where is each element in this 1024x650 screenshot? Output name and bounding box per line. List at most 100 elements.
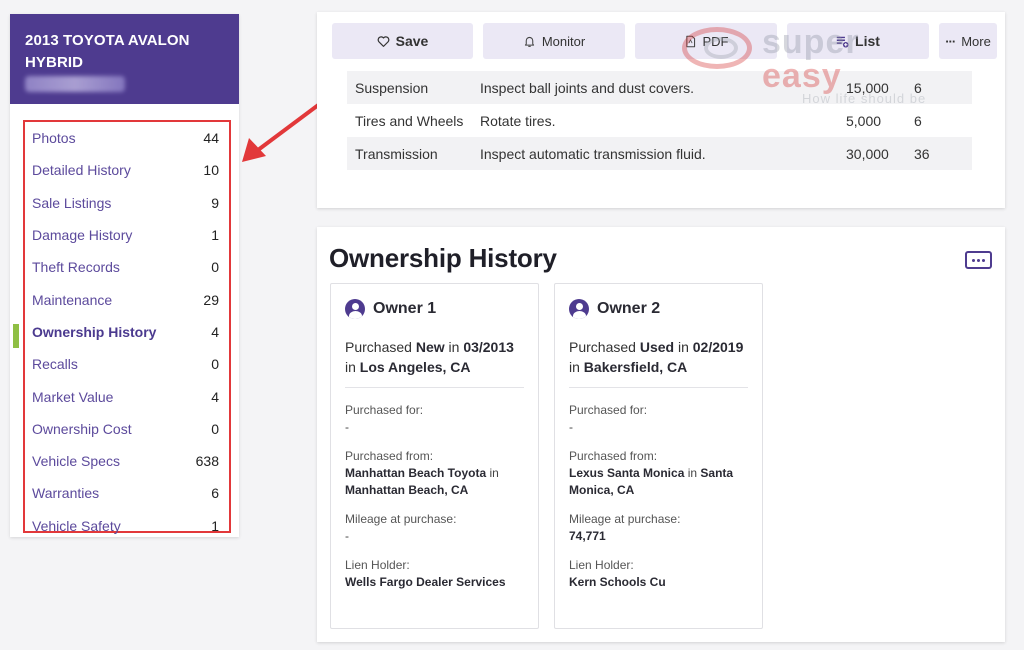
table-cell-months: 6 [906,71,972,104]
section-title: Ownership History [329,243,557,273]
sidebar-item-vehicle-specs[interactable]: Vehicle Specs 638 [25,445,229,477]
owner-card: Owner 1 Purchased New in 03/2013 in Los … [330,283,539,629]
dot-icon [972,258,975,262]
sidebar-item-count: 638 [195,453,219,470]
user-avatar-icon [345,299,365,319]
toolbar: Save Monitor PDF List ··· More [332,23,997,59]
sidebar-item-label: Warranties [32,485,100,502]
section-menu-button[interactable] [965,251,992,269]
purchase-summary: Purchased Used in 02/2019 in Bakersfield… [569,337,748,388]
sidebar-item-count: 29 [203,291,219,308]
pdf-button[interactable]: PDF [635,23,777,59]
more-label: More [961,33,991,49]
sidebar-item-label: Recalls [32,356,78,373]
sidebar-item-label: Photos [32,130,76,147]
table-cell-months: 6 [914,112,922,129]
active-indicator [13,323,19,348]
pdf-label: PDF [702,33,729,49]
table-row: Transmission Inspect automatic transmiss… [347,137,972,170]
sidebar-item-photos[interactable]: Photos 44 [25,122,229,154]
mileage-field: Mileage at purchase: - [345,512,457,543]
purchase-summary: Purchased New in 03/2013 in Los Angeles,… [345,337,524,388]
sidebar-item-ownership-cost[interactable]: Ownership Cost 0 [25,413,229,445]
sidebar-item-count: 1 [211,227,219,244]
table-cell-miles: 15,000 [838,71,906,104]
owner-card: Owner 2 Purchased Used in 02/2019 in Bak… [554,283,763,629]
sidebar-item-ownership-history[interactable]: Ownership History 4 [13,316,229,348]
table-cell-miles: 5,000 [846,112,882,129]
sidebar-item-count: 10 [203,162,219,179]
sidebar-item-label: Vehicle Specs [32,453,120,470]
table-row: Suspension Inspect ball joints and dust … [347,71,972,104]
sidebar-item-count: 4 [211,388,219,405]
purchased-from-field: Purchased from: Lexus Santa Monica in Sa… [569,449,734,497]
sidebar-item-label: Ownership History [32,323,157,340]
maintenance-card: Save Monitor PDF List ··· More Suspensio… [317,12,1005,208]
table-cell-miles: 30,000 [838,137,906,170]
table-cell-months: 36 [906,137,972,170]
owner-name: Owner 2 [597,300,661,317]
sidebar-nav: Photos 44 Detailed History 10 Sale Listi… [13,120,231,534]
sidebar-item-recalls[interactable]: Recalls 0 [25,348,229,380]
sidebar-item-label: Theft Records [32,259,120,276]
lien-holder-field: Lien Holder: Kern Schools Cu [569,558,666,589]
purchased-for-field: Purchased for: - [569,403,648,434]
vehicle-title: 2013 TOYOTA AVALON HYBRID [25,32,190,71]
table-cell-task: Inspect automatic transmission fluid. [472,137,838,170]
sidebar-item-vehicle-safety[interactable]: Vehicle Safety 1 [25,510,229,542]
table-cell-system: Transmission [347,137,472,170]
list-label: List [855,33,880,49]
ownership-card: Ownership History Owner 1 Purchased New … [317,227,1005,642]
sidebar-item-theft-records[interactable]: Theft Records 0 [25,251,229,283]
bell-icon [524,36,534,47]
mileage-field: Mileage at purchase: 74,771 [569,512,681,543]
user-avatar-icon [569,299,589,319]
sidebar-item-label: Ownership Cost [32,420,132,437]
dot-icon [977,258,980,262]
maintenance-table: Suspension Inspect ball joints and dust … [347,71,972,170]
vehicle-header: 2013 TOYOTA AVALON HYBRID [10,14,239,104]
sidebar-item-label: Sale Listings [32,194,112,211]
monitor-label: Monitor [541,33,586,49]
sidebar-item-count: 44 [203,130,219,147]
table-cell-system: Tires and Wheels [355,112,464,129]
lien-holder-field: Lien Holder: Wells Fargo Dealer Services [345,558,506,589]
sidebar-item-maintenance[interactable]: Maintenance 29 [25,283,229,315]
list-button[interactable]: List [787,23,929,59]
sidebar-item-label: Detailed History [32,162,131,179]
sidebar-item-count: 6 [211,485,219,502]
table-cell-task: Rotate tires. [480,112,556,129]
sidebar-item-count: 0 [211,420,219,437]
ellipsis-icon: ··· [945,33,956,49]
sidebar-item-label: Vehicle Safety [32,517,121,534]
dot-icon [982,258,985,262]
heart-icon [377,35,390,47]
sidebar-item-label: Market Value [32,388,114,405]
purchased-from-field: Purchased from: Manhattan Beach Toyota i… [345,449,499,497]
sidebar-item-count: 4 [211,323,219,340]
sidebar-item-count: 0 [211,356,219,373]
list-add-icon [836,36,849,48]
owner-name: Owner 1 [373,300,437,317]
save-label: Save [395,33,429,49]
sidebar-item-label: Maintenance [32,291,113,308]
sidebar-item-count: 9 [211,194,219,211]
sidebar-item-count: 0 [211,259,219,276]
pdf-file-icon [685,35,695,47]
owner-header: Owner 2 [569,298,748,320]
sidebar-item-detailed-history[interactable]: Detailed History 10 [25,154,229,186]
blurred-vin [25,76,125,92]
vehicle-sidebar: 2013 TOYOTA AVALON HYBRID Photos 44 Deta… [10,14,239,537]
sidebar-item-damage-history[interactable]: Damage History 1 [25,219,229,251]
more-button[interactable]: ··· More [939,23,997,59]
sidebar-item-warranties[interactable]: Warranties 6 [25,477,229,509]
save-button[interactable]: Save [332,23,473,59]
sidebar-item-market-value[interactable]: Market Value 4 [25,380,229,412]
table-cell-system: Suspension [347,71,472,104]
table-cell-task: Inspect ball joints and dust covers. [472,71,838,104]
monitor-button[interactable]: Monitor [483,23,625,59]
sidebar-item-label: Damage History [32,227,133,244]
table-row: Tires and Wheels Rotate tires. 5,000 6 [347,104,972,137]
owner-header: Owner 1 [345,298,524,320]
sidebar-item-sale-listings[interactable]: Sale Listings 9 [25,187,229,219]
